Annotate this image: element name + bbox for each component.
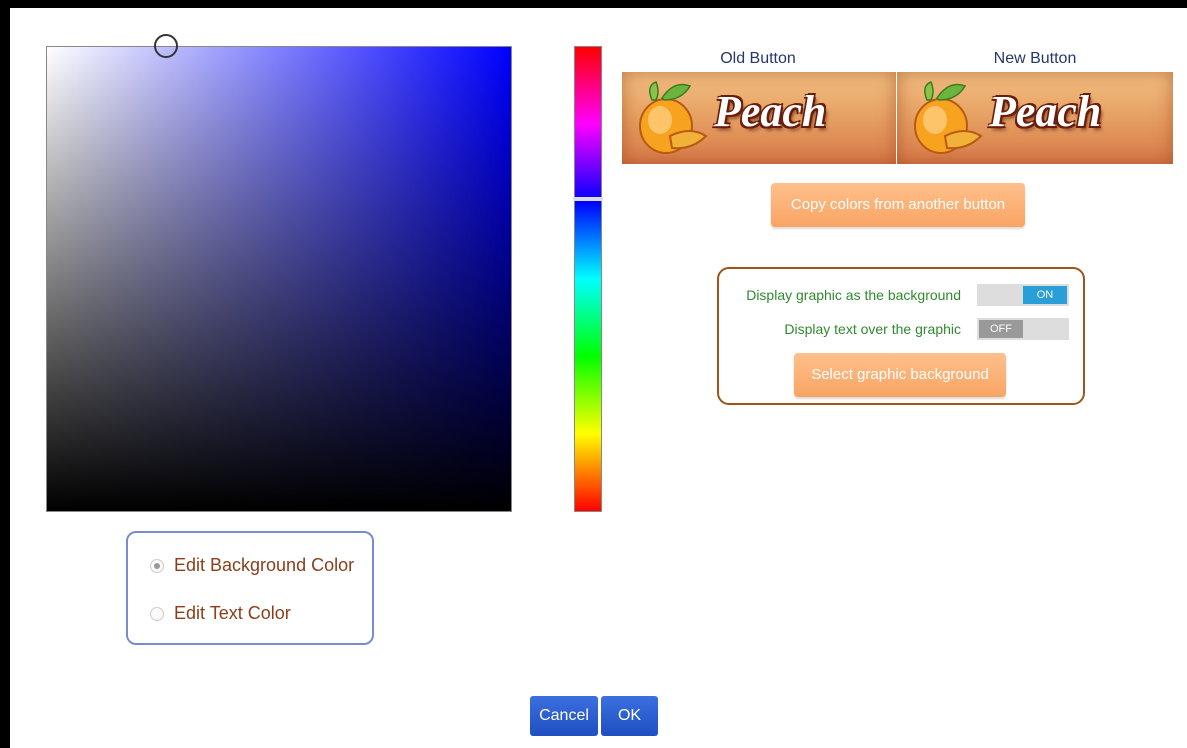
select-graphic-background-button[interactable]: Select graphic background — [794, 353, 1006, 397]
display-graphic-label: Display graphic as the background — [746, 287, 961, 303]
hue-slider-handle[interactable] — [573, 197, 603, 201]
edit-text-label: Edit Text Color — [174, 603, 291, 623]
display-text-label: Display text over the graphic — [784, 321, 961, 337]
radio-unchecked-icon[interactable] — [150, 607, 164, 621]
radio-checked-icon[interactable] — [150, 559, 164, 573]
display-graphic-toggle-state: ON — [1023, 286, 1067, 304]
peach-icon — [639, 81, 708, 154]
old-button-label: Old Button — [720, 50, 796, 67]
copy-colors-button[interactable]: Copy colors from another button — [771, 183, 1025, 227]
display-text-toggle-state: OFF — [979, 320, 1023, 338]
color-cursor-handle[interactable] — [154, 34, 178, 58]
old-button-text: Peach — [714, 87, 827, 136]
edit-background-label: Edit Background Color — [174, 555, 355, 575]
display-graphic-toggle[interactable]: ON — [977, 284, 1069, 306]
display-text-toggle[interactable]: OFF — [977, 318, 1069, 340]
cancel-button[interactable]: Cancel — [530, 696, 598, 736]
edit-mode-group: Edit Background Color Edit Text Color — [126, 531, 374, 645]
color-picker-dialog: Old Button New Button Peach Peach Copy c… — [10, 8, 1187, 748]
ok-button[interactable]: OK — [601, 696, 658, 736]
new-button-text: Peach — [989, 87, 1102, 136]
saturation-value-field[interactable] — [46, 34, 512, 512]
graphic-options-panel: Display graphic as the background ON Dis… — [717, 267, 1085, 405]
new-button-preview: Peach — [897, 72, 1173, 164]
peach-icon — [914, 81, 983, 154]
hue-slider[interactable] — [573, 46, 603, 512]
old-button-preview: Peach — [622, 72, 896, 164]
new-button-label: New Button — [993, 50, 1077, 67]
